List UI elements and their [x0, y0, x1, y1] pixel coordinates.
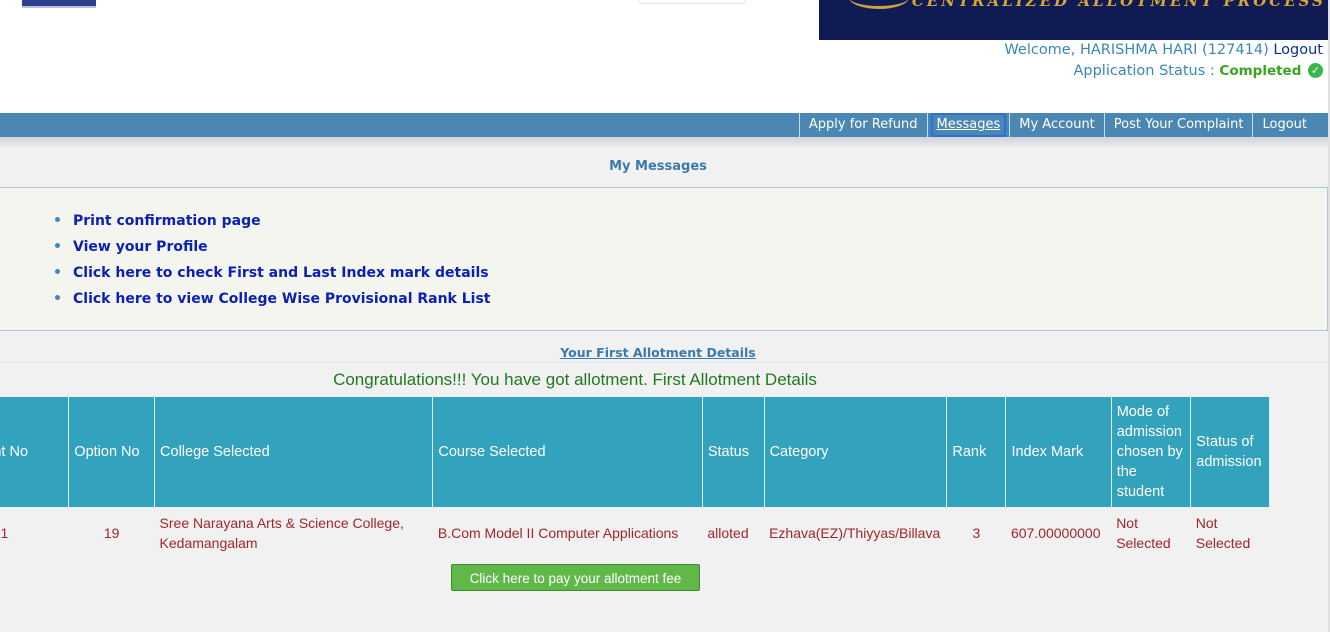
col-college-selected: College Selected	[154, 397, 434, 507]
congratulations-message: Congratulations!!! You have got allotmen…	[333, 370, 817, 389]
divider	[0, 362, 1330, 363]
nav-my-account[interactable]: My Account	[1009, 113, 1104, 137]
bullet-icon	[55, 217, 60, 222]
nav-apply-for-refund[interactable]: Apply for Refund	[798, 113, 927, 137]
cell-course: B.Com Model II Computer Applications	[432, 507, 703, 559]
cell-rank: 3	[946, 507, 1006, 559]
cell-category: Ezhava(EZ)/Thiyyas/Billava	[764, 507, 947, 559]
cell-status: alloted	[702, 507, 765, 559]
nav-post-your-complaint[interactable]: Post Your Complaint	[1103, 113, 1253, 137]
nav-logout[interactable]: Logout	[1252, 113, 1316, 137]
banner-title: CENTRALIZED ALLOTMENT PROCESS	[911, 0, 1326, 10]
bullet-icon	[55, 269, 60, 274]
header-widget	[638, 0, 746, 4]
col-status: Status	[702, 397, 765, 507]
site-logo[interactable]	[22, 0, 96, 8]
col-option-no: Option No	[68, 397, 156, 507]
nav-messages-label[interactable]: Messages	[930, 113, 1007, 137]
messages-panel: Print confirmation page View your Profil…	[0, 187, 1328, 331]
welcome-text: Welcome, HARISHMA HARI (127414)	[1004, 42, 1269, 58]
link-view-profile[interactable]: View your Profile	[55, 237, 491, 263]
cell-college: Sree Narayana Arts & Science College, Ke…	[154, 507, 433, 559]
table-header-row: Allotment No Option No College Selected …	[0, 397, 1270, 507]
col-allotment-no: Allotment No	[0, 397, 70, 507]
status-label: Application Status :	[1073, 63, 1215, 79]
bullet-icon	[55, 295, 60, 300]
banner-emblem	[849, 0, 909, 9]
allotment-table: Allotment No Option No College Selected …	[0, 397, 1270, 559]
cell-allotment-no: 1	[0, 507, 69, 559]
messages-list: Print confirmation page View your Profil…	[55, 211, 491, 315]
col-course-selected: Course Selected	[432, 397, 703, 507]
header-banner: CENTRALIZED ALLOTMENT PROCESS	[819, 0, 1330, 40]
col-rank: Rank	[946, 397, 1007, 507]
top-nav-bar: Apply for Refund Messages My Account Pos…	[0, 113, 1330, 137]
col-category: Category	[764, 397, 948, 507]
nav-messages[interactable]: Messages	[926, 113, 1010, 137]
cell-mode: Not Selected	[1111, 507, 1191, 559]
nav-shadow	[0, 137, 1330, 149]
application-status: Application Status : Completed ✓	[1073, 63, 1323, 79]
welcome-line: Welcome, HARISHMA HARI (127414) Logout	[1004, 42, 1323, 58]
nav-menu: Apply for Refund Messages My Account Pos…	[798, 113, 1316, 137]
cell-index-mark: 607.00000000	[1005, 507, 1112, 559]
cell-admission-status: Not Selected	[1190, 507, 1270, 559]
col-mode-of-admission: Mode of admission chosen by the student	[1111, 397, 1192, 507]
bullet-icon	[55, 243, 60, 248]
col-index-mark: Index Mark	[1005, 397, 1112, 507]
link-label[interactable]: View your Profile	[73, 239, 208, 255]
link-print-confirmation[interactable]: Print confirmation page	[55, 211, 491, 237]
main-content: My Messages Print confirmation page View…	[0, 149, 1330, 632]
page-header: CENTRALIZED ALLOTMENT PROCESS Welcome, H…	[0, 0, 1330, 113]
link-index-mark-details[interactable]: Click here to check First and Last Index…	[55, 263, 491, 289]
link-label[interactable]: Print confirmation page	[73, 213, 261, 229]
link-label[interactable]: Click here to check First and Last Index…	[73, 265, 489, 281]
col-status-of-admission: Status of admission	[1190, 397, 1270, 507]
allotment-details-title[interactable]: Your First Allotment Details	[0, 345, 1316, 360]
table-row: 1 19 Sree Narayana Arts & Science Colleg…	[0, 507, 1270, 559]
check-circle-icon: ✓	[1308, 63, 1323, 78]
cell-option-no: 19	[68, 507, 155, 559]
link-rank-list[interactable]: Click here to view College Wise Provisio…	[55, 289, 491, 315]
status-value: Completed	[1219, 63, 1302, 79]
pay-allotment-fee-button[interactable]: Click here to pay your allotment fee	[451, 564, 700, 591]
header-logout-link[interactable]: Logout	[1273, 42, 1323, 58]
link-label[interactable]: Click here to view College Wise Provisio…	[73, 291, 491, 307]
messages-title: My Messages	[609, 159, 707, 174]
